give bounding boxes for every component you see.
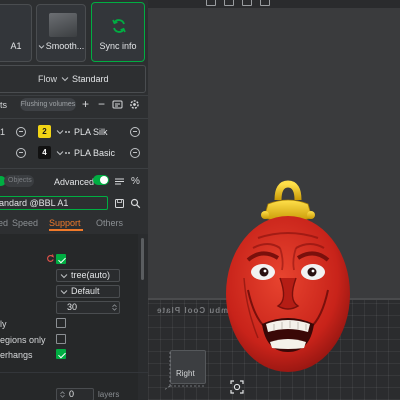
plate-type-text: Smooth...: [45, 41, 85, 51]
toolbar-view-icon[interactable]: [206, 0, 216, 6]
flow-label: Flow: [38, 74, 58, 84]
enable-support-checkbox[interactable]: [56, 254, 66, 264]
chevron-down-icon: [60, 290, 68, 295]
sync-filament-icon[interactable]: [112, 99, 123, 110]
filament-slot-badge[interactable]: 2: [38, 125, 51, 138]
support-settings-panel: [0, 234, 148, 400]
objects-label: Objects: [8, 177, 32, 184]
axes-gizmo-icon: [163, 350, 206, 390]
critical-regions-only-checkbox[interactable]: [56, 334, 66, 344]
settings-sidebar: A1 Smooth... Sync info Flow Standard ts: [0, 0, 148, 400]
printer-preset-label: A1: [10, 41, 22, 51]
spin-arrows-icon[interactable]: [60, 391, 65, 398]
compare-icon[interactable]: [114, 176, 125, 187]
chevron-down-icon[interactable]: [56, 149, 64, 157]
save-icon[interactable]: [114, 198, 125, 209]
spin-arrows-icon[interactable]: [112, 304, 117, 311]
reset-icon[interactable]: [46, 254, 55, 263]
threshold-angle-input[interactable]: 30: [56, 301, 120, 314]
chevron-down-icon[interactable]: [56, 128, 64, 136]
raft-layers-input[interactable]: 0: [56, 388, 94, 400]
divider: [0, 118, 148, 119]
chevron-down-icon: [60, 274, 68, 279]
remove-filament-button[interactable]: [130, 127, 140, 137]
tab-others[interactable]: Others: [96, 218, 123, 228]
raft-layers-value: 0: [69, 389, 75, 399]
remove-filament-button[interactable]: [130, 148, 140, 158]
plate-thumbnail: [49, 13, 77, 37]
printer-preset-card[interactable]: A1: [0, 4, 32, 62]
filament-row: 4 PLA Basic: [0, 143, 148, 163]
viewport-toolbar: [148, 0, 400, 8]
filament-name[interactable]: PLA Basic: [74, 148, 115, 158]
chevron-down-icon: [38, 44, 45, 49]
chevron-down-icon: [61, 77, 69, 82]
view-cube-label: Right: [176, 369, 195, 378]
scrollbar-thumb[interactable]: [141, 238, 144, 280]
on-build-plate-only-label: ly: [0, 319, 7, 329]
remove-small-overhangs-checkbox[interactable]: [56, 349, 66, 359]
gear-icon[interactable]: [129, 99, 140, 110]
sync-info-label: Sync info: [99, 41, 137, 51]
view-orientation-cube[interactable]: Right: [162, 346, 206, 390]
tab-quality[interactable]: ed: [0, 218, 8, 228]
remove-small-overhangs-label: erhangs: [0, 350, 33, 360]
support-style-value: Default: [71, 286, 100, 296]
add-filament-icon[interactable]: +: [80, 98, 91, 110]
flushing-volumes-button[interactable]: Flushing volumes: [20, 98, 76, 111]
objects-toggle[interactable]: Objects: [4, 175, 34, 187]
advanced-toggle[interactable]: [93, 175, 109, 185]
plate-type-label: Smooth...: [37, 41, 85, 51]
divider: [0, 95, 148, 96]
support-style-select[interactable]: Default: [56, 285, 120, 298]
search-icon[interactable]: [130, 198, 141, 209]
active-tab-indicator: [49, 229, 83, 231]
advanced-label: Advanced: [54, 177, 95, 187]
threshold-angle-value: 30: [67, 302, 78, 312]
toolbar-cut-icon[interactable]: [260, 0, 270, 6]
divider: [0, 372, 148, 373]
support-type-value: tree(auto): [71, 270, 111, 280]
remove-filament-button[interactable]: [16, 127, 26, 137]
filament-name[interactable]: PLA Silk: [74, 127, 108, 137]
zoom-to-fit-icon[interactable]: [230, 380, 244, 394]
3d-viewport[interactable]: Bambu Cool Plate Right: [148, 0, 400, 400]
ornament-model[interactable]: [218, 178, 358, 378]
divider: [0, 168, 148, 169]
support-type-select[interactable]: tree(auto): [56, 269, 120, 282]
tab-support[interactable]: Support: [49, 218, 81, 228]
toolbar-arrange-icon[interactable]: [224, 0, 234, 6]
filaments-header-label: ts: [0, 100, 8, 110]
toolbar-orient-icon[interactable]: [242, 0, 252, 6]
slicer-window: A1 Smooth... Sync info Flow Standard ts: [0, 0, 400, 400]
remove-filament-icon[interactable]: −: [96, 98, 107, 110]
plate-type-card[interactable]: Smooth...: [36, 4, 86, 62]
percent-icon[interactable]: %: [130, 176, 141, 187]
filament-row-number: 1: [0, 127, 6, 137]
remove-filament-button[interactable]: [16, 148, 26, 158]
sync-info-button[interactable]: Sync info: [91, 2, 145, 62]
raft-layers-unit: layers: [98, 390, 120, 399]
filament-slot-badge[interactable]: 4: [38, 146, 51, 159]
tab-speed[interactable]: Speed: [12, 218, 38, 228]
sync-icon: [112, 19, 126, 33]
flow-select[interactable]: Standard: [58, 72, 144, 88]
filament-row: 1 2 PLA Silk: [0, 122, 148, 142]
process-profile-select[interactable]: andard @BBL A1: [0, 196, 108, 210]
critical-regions-only-label: egions only: [0, 335, 46, 345]
on-build-plate-only-checkbox[interactable]: [56, 318, 66, 328]
flow-select-value: Standard: [72, 74, 109, 84]
